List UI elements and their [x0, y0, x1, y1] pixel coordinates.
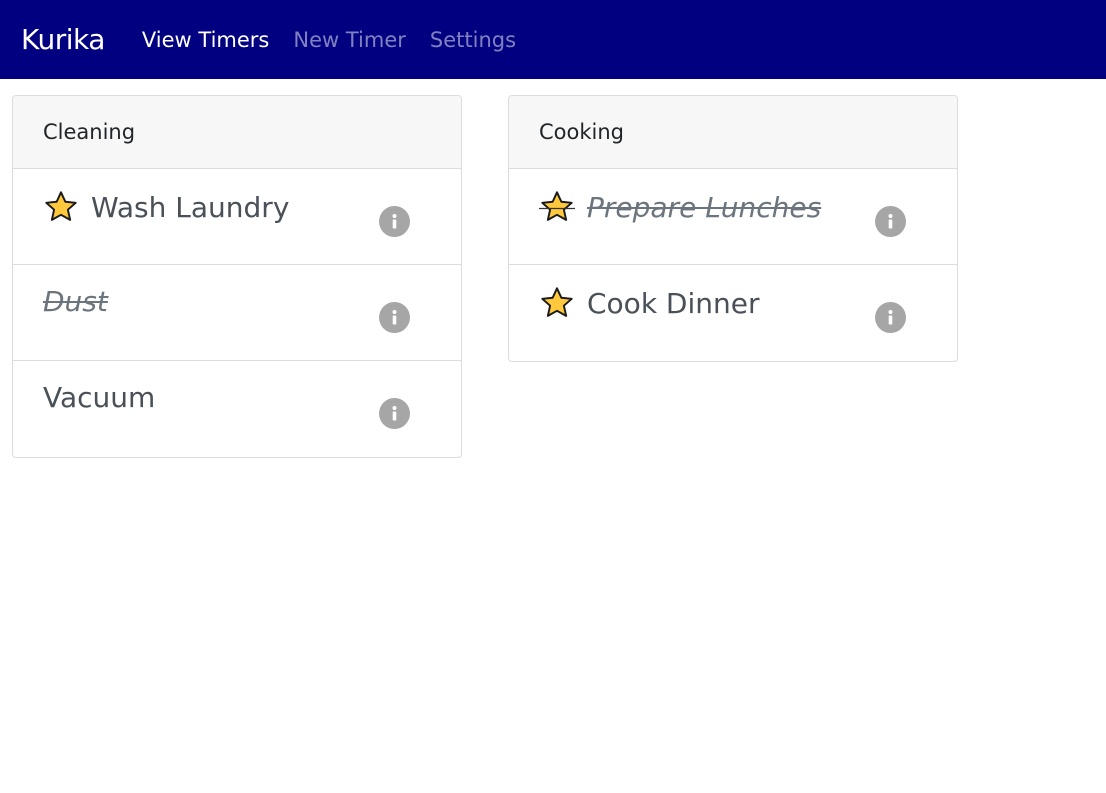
- timer-item: Wash Laundry: [13, 169, 461, 265]
- star-icon: [45, 191, 77, 221]
- timer-label: Prepare Lunches: [587, 190, 822, 224]
- group-title: Cooking: [509, 96, 957, 169]
- star-icon: [539, 191, 575, 221]
- timer-item: Cook Dinner: [509, 265, 957, 361]
- timer-label: Wash Laundry: [91, 190, 290, 224]
- timer-item: Dust: [13, 265, 461, 361]
- info-icon[interactable]: [875, 302, 906, 333]
- info-icon[interactable]: [379, 206, 410, 237]
- timer-item: Vacuum: [13, 361, 461, 457]
- star-icon: [541, 287, 573, 317]
- brand-logo[interactable]: Kurika: [21, 23, 105, 56]
- timer-label: Cook Dinner: [587, 286, 760, 320]
- timer-item-prepare-lunches[interactable]: Prepare Lunches: [539, 189, 821, 225]
- nav-view-timers[interactable]: View Timers: [142, 28, 269, 52]
- timer-item-wash-laundry[interactable]: Wash Laundry: [43, 189, 289, 225]
- timer-item-cook-dinner[interactable]: Cook Dinner: [539, 285, 760, 321]
- timer-label: Vacuum: [43, 381, 156, 414]
- timer-group-cooking: Cooking Prepare Lunches Cook Dinner: [508, 95, 958, 362]
- timer-item-vacuum[interactable]: Vacuum: [43, 381, 155, 414]
- info-icon[interactable]: [379, 398, 410, 429]
- group-title: Cleaning: [13, 96, 461, 169]
- nav-new-timer[interactable]: New Timer: [293, 28, 406, 52]
- timer-group-cleaning: Cleaning Wash Laundry Dust Vacuum: [12, 95, 462, 458]
- timer-label: Dust: [43, 285, 108, 318]
- info-icon[interactable]: [875, 206, 906, 237]
- top-navbar: Kurika View Timers New Timer Settings: [0, 0, 1106, 79]
- timer-item: Prepare Lunches: [509, 169, 957, 265]
- info-icon[interactable]: [379, 302, 410, 333]
- timer-item-dust[interactable]: Dust: [43, 285, 108, 318]
- nav-settings[interactable]: Settings: [430, 28, 516, 52]
